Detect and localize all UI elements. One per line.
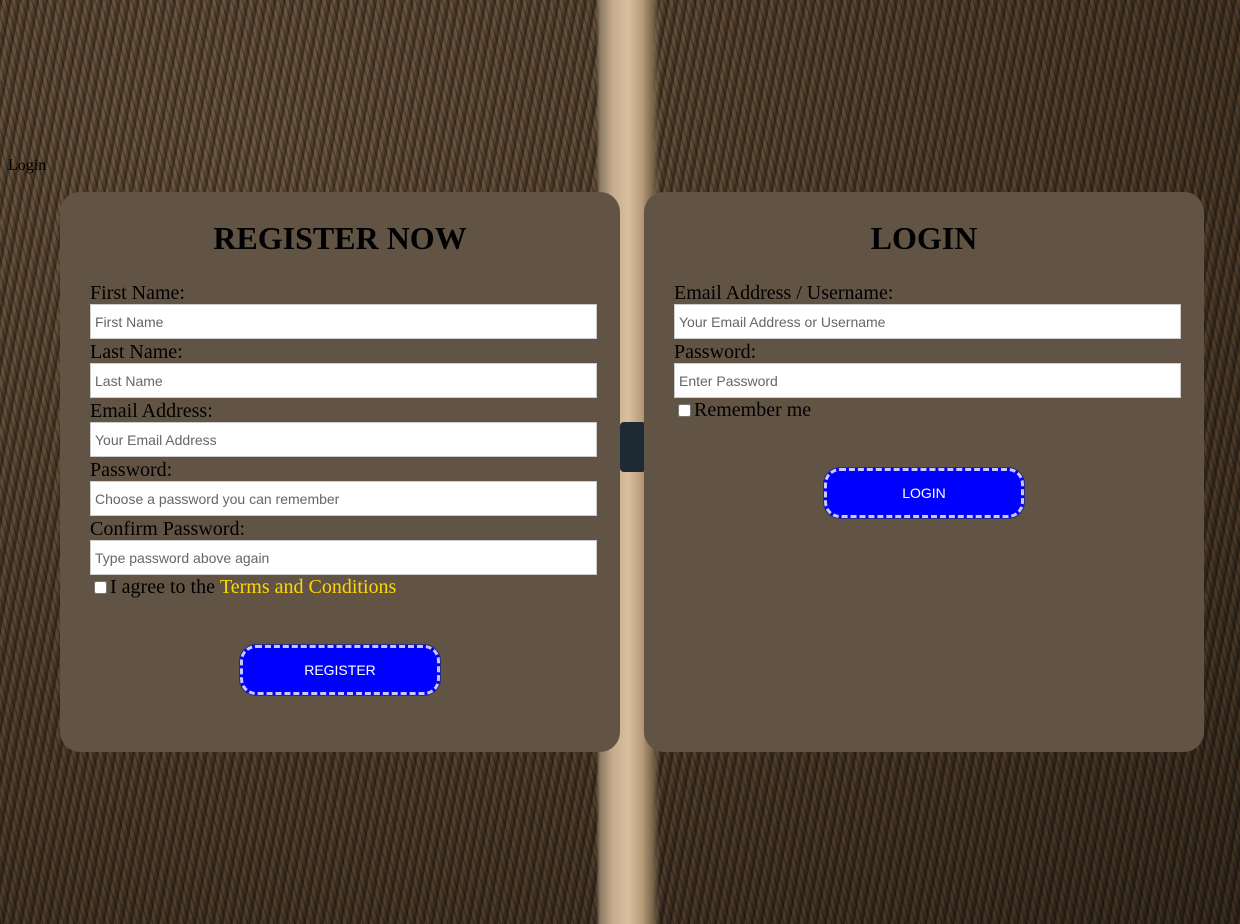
email-label: Email Address: <box>90 400 213 422</box>
login-card: LOGIN Email Address / Username: Password… <box>644 192 1204 752</box>
login-email-input[interactable] <box>674 304 1181 339</box>
register-card: REGISTER NOW First Name: Last Name: Emai… <box>60 192 620 752</box>
register-button[interactable]: REGISTER <box>239 644 441 696</box>
remember-text: Remember me <box>694 399 812 421</box>
agree-checkbox[interactable] <box>94 581 107 594</box>
confirm-password-label: Confirm Password: <box>90 518 245 540</box>
email-input[interactable] <box>90 422 597 457</box>
agree-text: I agree to the <box>110 576 215 598</box>
agree-row: I agree to the Terms and Conditions <box>94 576 396 599</box>
remember-row: Remember me <box>678 399 811 422</box>
first-name-input[interactable] <box>90 304 597 339</box>
login-button[interactable]: LOGIN <box>823 467 1025 519</box>
login-title: LOGIN <box>870 220 978 256</box>
email-group: Email Address: <box>90 400 597 457</box>
login-email-label: Email Address / Username: <box>674 282 894 304</box>
confirm-password-group: Confirm Password: <box>90 518 597 575</box>
password-input[interactable] <box>90 481 597 516</box>
first-name-label: First Name: <box>90 282 185 304</box>
last-name-group: Last Name: <box>90 341 597 398</box>
login-password-input[interactable] <box>674 363 1181 398</box>
login-password-group: Password: <box>674 341 1181 398</box>
last-name-input[interactable] <box>90 363 597 398</box>
password-label: Password: <box>90 459 173 481</box>
register-title: REGISTER NOW <box>213 220 467 256</box>
last-name-label: Last Name: <box>90 341 183 363</box>
login-password-label: Password: <box>674 341 757 363</box>
terms-link[interactable]: Terms and Conditions <box>220 576 396 599</box>
nav-login-link[interactable]: Login <box>8 157 46 175</box>
confirm-password-input[interactable] <box>90 540 597 575</box>
password-group: Password: <box>90 459 597 516</box>
background-vehicle <box>620 422 646 472</box>
first-name-group: First Name: <box>90 282 597 339</box>
remember-checkbox[interactable] <box>678 404 691 417</box>
login-email-group: Email Address / Username: <box>674 282 1181 339</box>
